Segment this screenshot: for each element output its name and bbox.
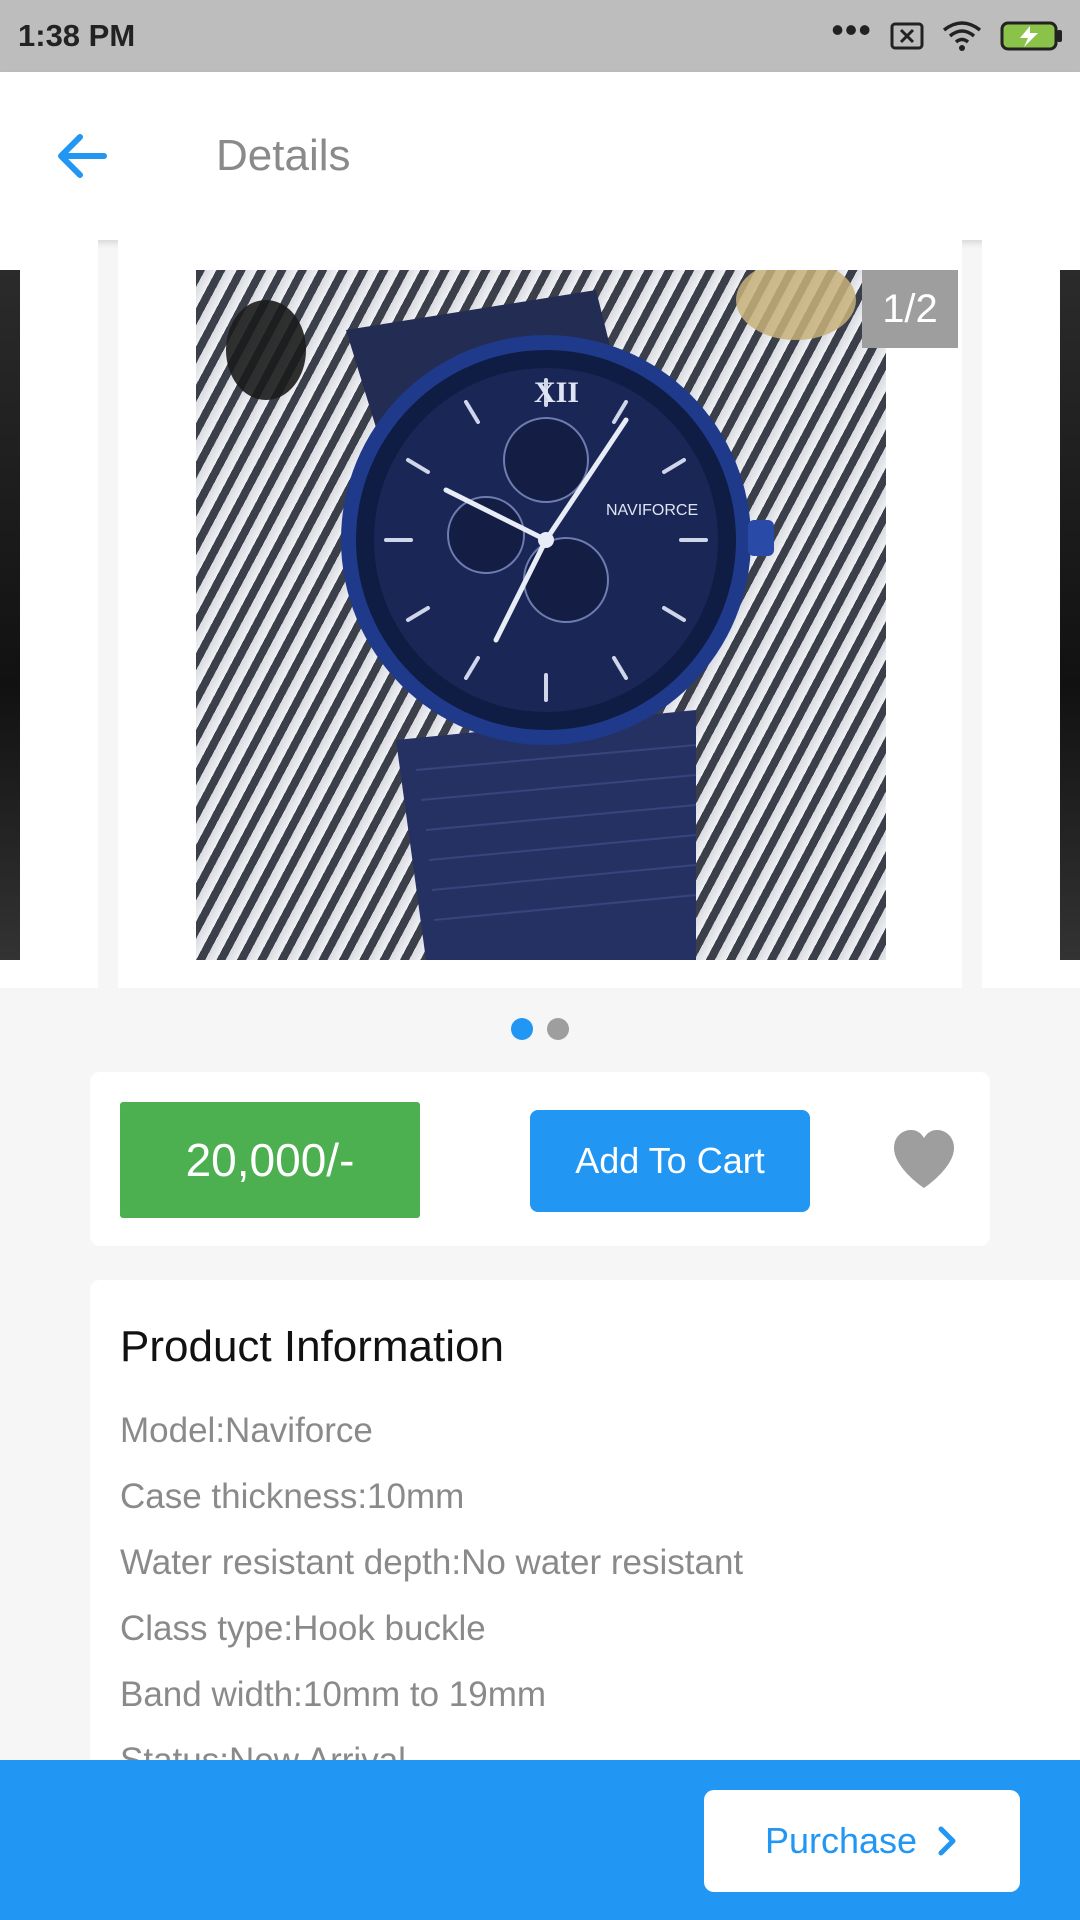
battery-charging-icon	[1000, 21, 1062, 51]
page-title: Details	[216, 131, 351, 180]
bottom-bar: Purchase	[0, 1760, 1080, 1920]
svg-text:NAVIFORCE: NAVIFORCE	[606, 502, 698, 519]
product-information-title: Product Information	[120, 1322, 504, 1371]
screen: 1:38 PM ••• Details NAVIFORCE XII 1/2 20…	[0, 0, 1080, 1920]
status-icons: •••	[831, 12, 1064, 54]
more-dots-icon: •••	[831, 9, 872, 50]
favorite-button[interactable]	[890, 1128, 958, 1192]
status-time: 1:38 PM	[18, 18, 136, 53]
page-dot-active[interactable]	[511, 1018, 533, 1040]
heart-icon	[894, 1130, 954, 1188]
info-item-band-width: Band width:10mm to 19mm	[120, 1675, 547, 1714]
image-carousel[interactable]: NAVIFORCE XII 1/2	[0, 240, 1080, 992]
wifi-icon	[942, 21, 982, 51]
page-indicator	[0, 1018, 1080, 1040]
info-item-case-thickness: Case thickness:10mm	[120, 1477, 465, 1516]
sim-blocked-icon	[890, 22, 924, 50]
carousel-slide[interactable]: NAVIFORCE XII 1/2	[118, 240, 962, 988]
page-dot[interactable]	[547, 1018, 569, 1040]
add-to-cart-button[interactable]: Add To Cart	[530, 1110, 810, 1212]
product-information-list: Model:Naviforce Case thickness:10mm Wate…	[120, 1398, 743, 1794]
purchase-label: Purchase	[764, 1820, 918, 1861]
next-slide-peek[interactable]	[982, 240, 1080, 988]
arrow-left-icon	[58, 134, 107, 178]
previous-slide-peek[interactable]	[0, 240, 98, 988]
image-counter: 1/2	[862, 270, 958, 348]
chevron-right-icon	[938, 1826, 956, 1856]
app-bar: Details	[0, 72, 1080, 240]
purchase-button[interactable]: Purchase	[704, 1790, 1020, 1892]
info-item-clasp-type: Class type:Hook buckle	[120, 1609, 486, 1648]
product-image: NAVIFORCE XII	[196, 270, 886, 960]
status-bar: 1:38 PM •••	[0, 0, 1080, 72]
back-button[interactable]	[52, 126, 112, 186]
svg-text:XII: XII	[534, 376, 579, 409]
purchase-options-card: 20,000/- Add To Cart	[90, 1072, 990, 1246]
price-badge: 20,000/-	[120, 1102, 420, 1218]
info-item-water-resistance: Water resistant depth:No water resistant	[120, 1543, 744, 1582]
info-item-model: Model:Naviforce	[120, 1411, 373, 1450]
